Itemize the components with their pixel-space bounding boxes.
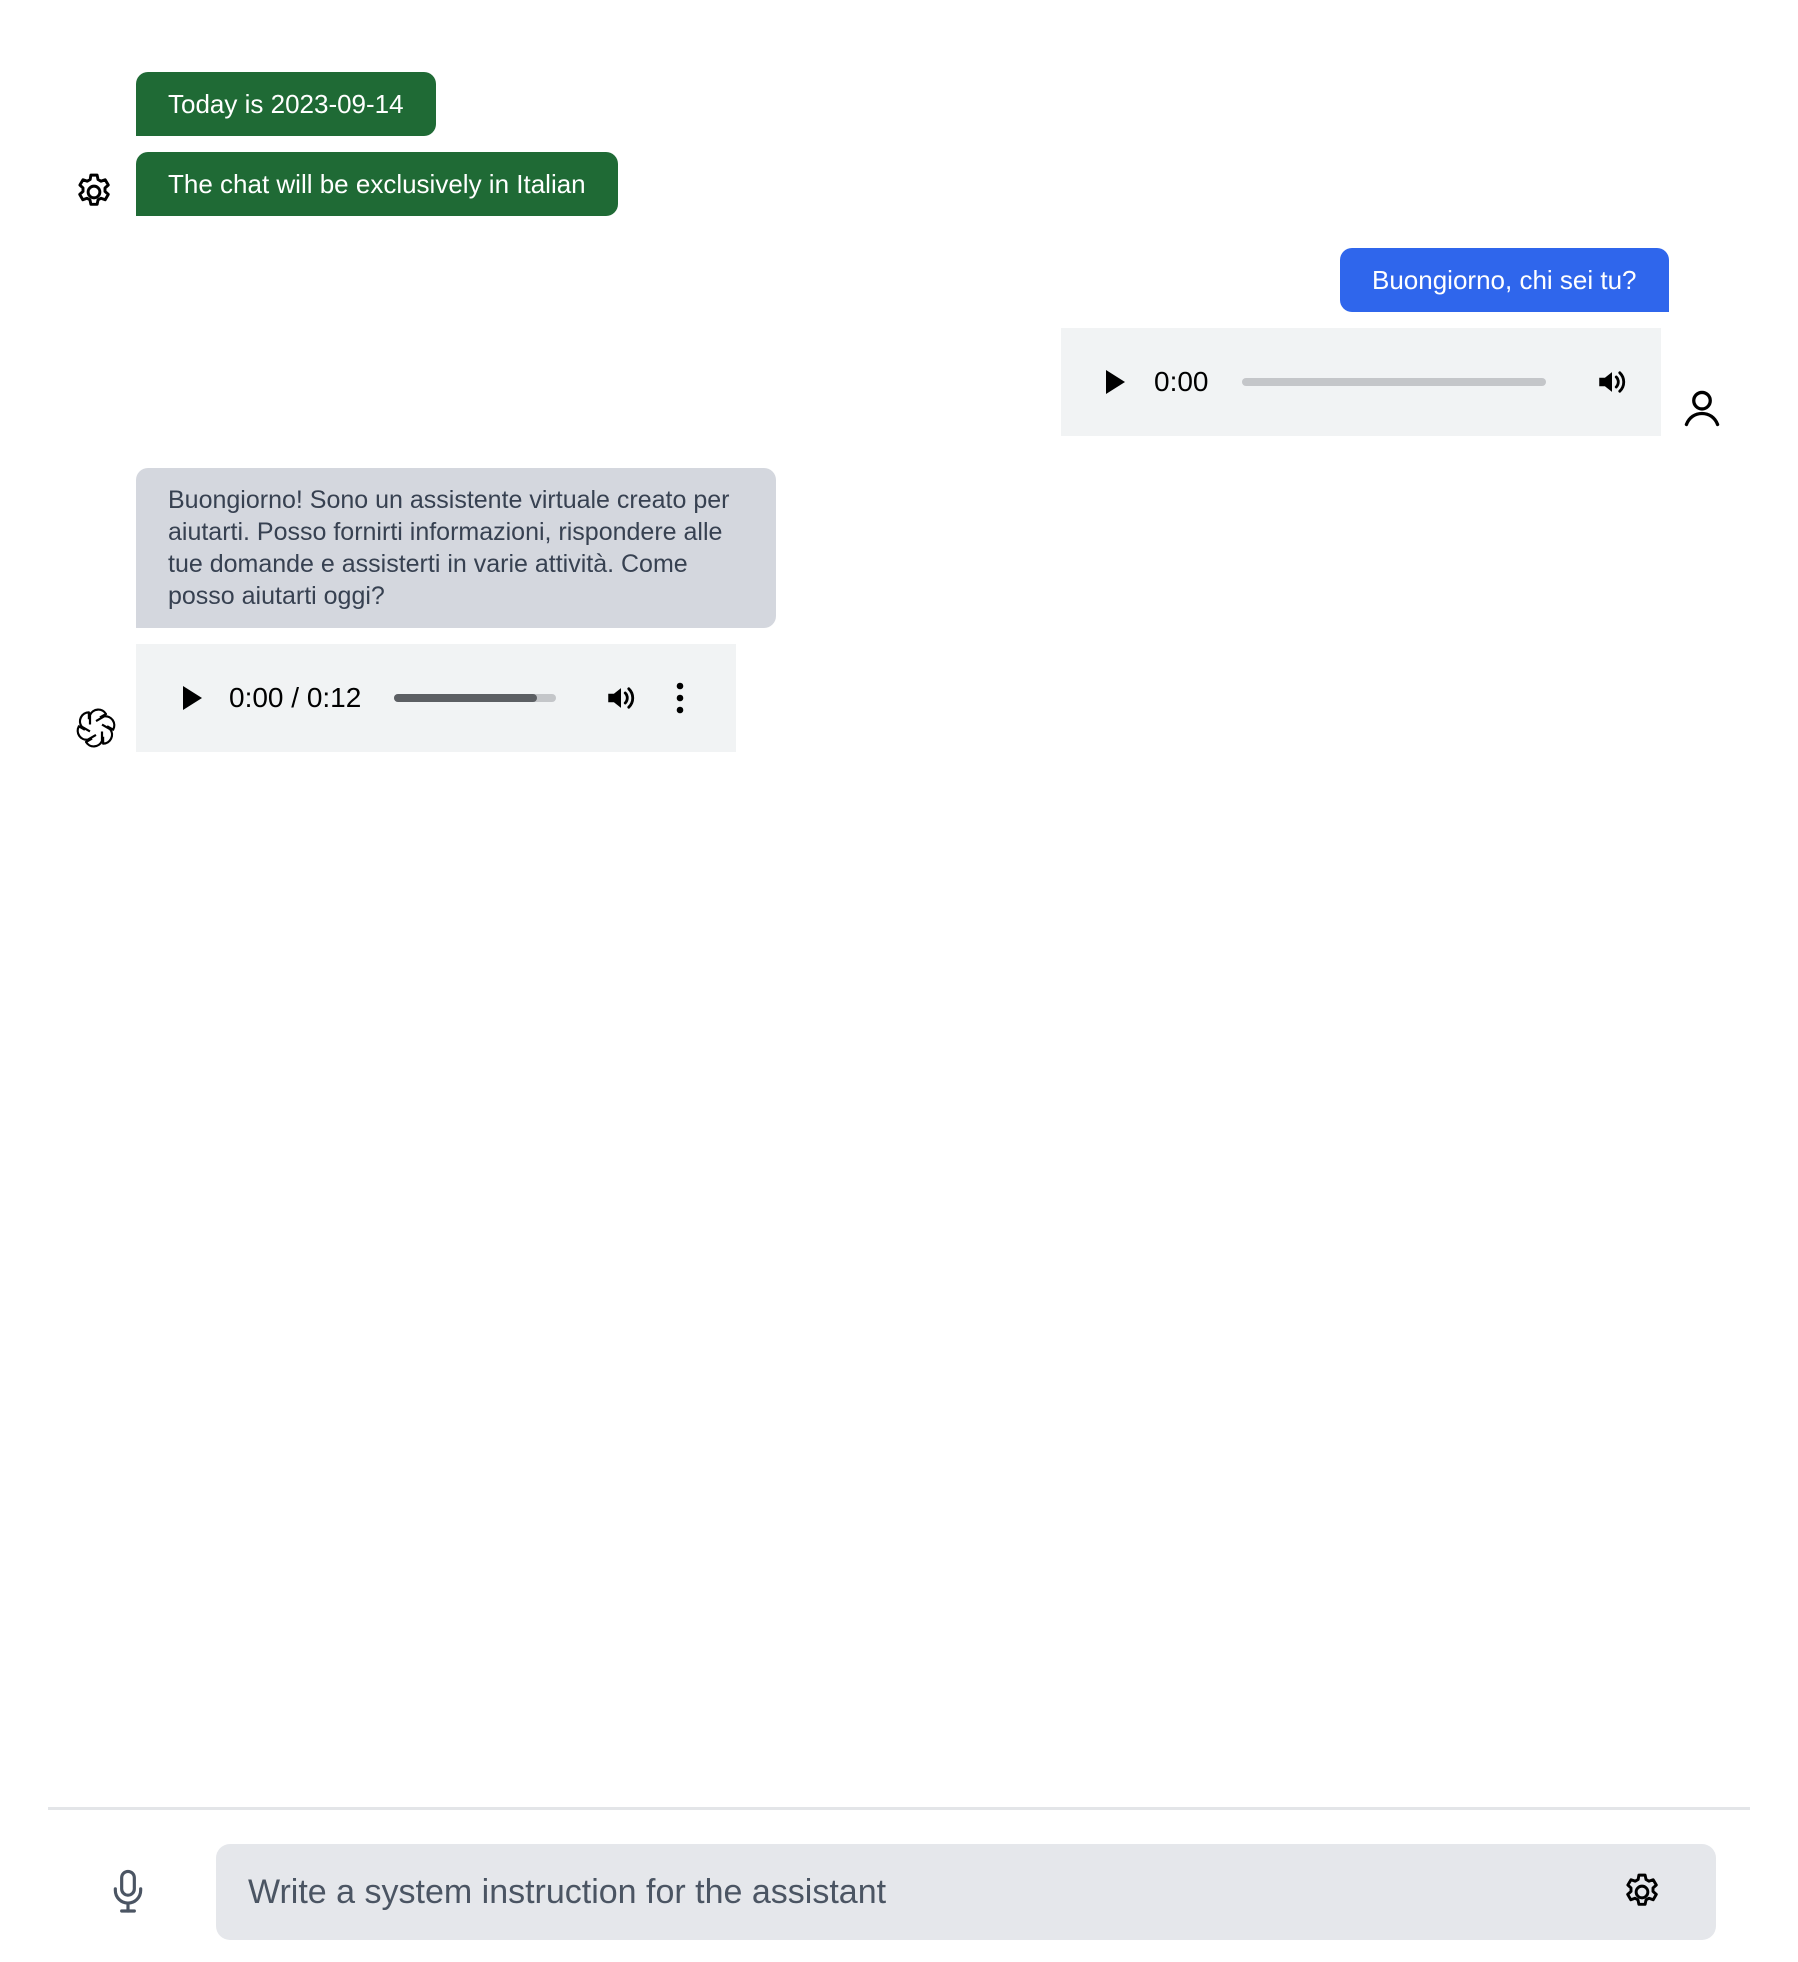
composer-divider <box>48 1807 1750 1810</box>
play-icon[interactable] <box>1097 364 1133 400</box>
microphone-icon[interactable] <box>104 1864 152 1920</box>
volume-icon[interactable] <box>602 679 640 717</box>
audio-progress-track[interactable] <box>1242 378 1546 386</box>
gear-icon <box>70 168 118 216</box>
openai-logo-icon <box>70 702 122 754</box>
more-vertical-icon[interactable] <box>670 678 690 718</box>
user-audio-player[interactable]: 0:00 <box>1061 328 1661 436</box>
user-icon <box>1678 384 1726 432</box>
volume-icon[interactable] <box>1593 363 1631 401</box>
system-message-text: The chat will be exclusively in Italian <box>168 169 586 199</box>
system-message: Today is 2023-09-14 <box>136 72 436 136</box>
system-instruction-input[interactable] <box>248 1844 1588 1940</box>
system-message-text: Today is 2023-09-14 <box>168 89 404 119</box>
audio-time: 0:00 <box>1154 366 1209 397</box>
user-message-text: Buongiorno, chi sei tu? <box>1372 265 1637 295</box>
assistant-message-text: Buongiorno! Sono un assistente virtuale … <box>168 486 730 610</box>
audio-time: 0:00 / 0:12 <box>229 682 362 713</box>
audio-progress-track[interactable] <box>394 694 556 702</box>
assistant-audio-player[interactable]: 0:00 / 0:12 <box>136 644 736 752</box>
gear-icon[interactable] <box>1618 1868 1666 1916</box>
system-message: The chat will be exclusively in Italian <box>136 152 618 216</box>
system-instruction-composer <box>216 1844 1716 1940</box>
chat-page: Today is 2023-09-14 The chat will be exc… <box>0 0 1798 1962</box>
play-icon[interactable] <box>174 680 210 716</box>
assistant-message: Buongiorno! Sono un assistente virtuale … <box>136 468 776 628</box>
audio-buffered-fill <box>394 694 537 702</box>
user-message: Buongiorno, chi sei tu? <box>1340 248 1669 312</box>
